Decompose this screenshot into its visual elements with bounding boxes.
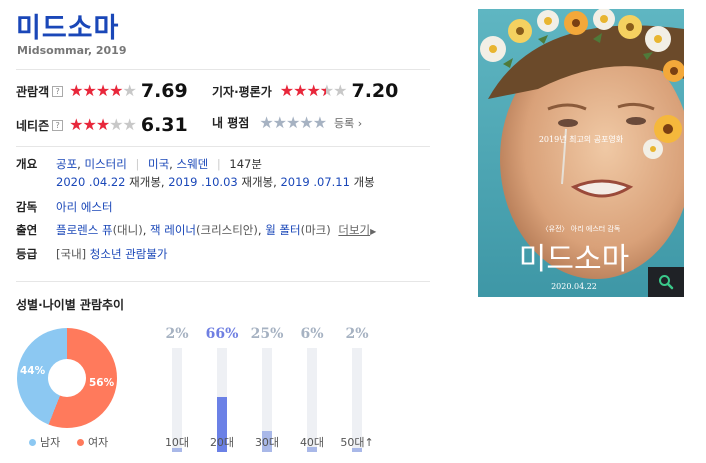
country-link[interactable]: 미국 [148, 157, 169, 171]
poster-tagline: 2019년 최고의 공포영화 [539, 134, 624, 144]
help-icon[interactable]: ? [52, 85, 64, 97]
cast-link[interactable]: 플로렌스 퓨 [56, 223, 113, 237]
critic-score: 7.20 [351, 80, 399, 102]
runtime: 147분 [229, 157, 262, 171]
director-key: 감독 [16, 200, 38, 214]
my-rating-label: 내 평점 [212, 116, 250, 130]
critic-rating-label: 기자·평론가 [212, 84, 272, 99]
age-label: 50대↑ [340, 436, 374, 449]
age-label: 20대 [209, 436, 235, 449]
age-pct-label: 2% [345, 326, 369, 342]
audience-stars: ★ ★ ★ ★ ★ [69, 81, 137, 100]
female-legend-label: 여자 [88, 436, 109, 449]
netizen-rating: 네티즌 ? ★ ★ ★ ★ ★ 6.31 [16, 114, 188, 136]
grade-key: 등급 [16, 247, 38, 261]
release-note: 재개봉 [129, 175, 161, 189]
director-row: 감독 아리 에스터 [16, 199, 113, 216]
chevron-right-icon: ▶ [370, 227, 377, 236]
divider [16, 146, 430, 147]
overview-key: 개요 [16, 157, 38, 171]
male-legend-label: 남자 [40, 436, 61, 449]
audience-score: 7.69 [140, 80, 188, 102]
netizen-score: 6.31 [140, 114, 188, 136]
release-date-link[interactable]: 2020 .04.22 [56, 175, 126, 189]
movie-subtitle: Midsommar, 2019 [17, 44, 127, 57]
my-rating: 내 평점 ★ ★ ★ ★ ★ 등록 › [212, 114, 362, 131]
age-pct-label: 25% [250, 326, 284, 342]
grade-prefix: [국내] [56, 247, 87, 261]
divider [16, 281, 430, 282]
netizen-stars: ★ ★ ★ ★ ★ [69, 115, 137, 134]
my-rating-stars[interactable]: ★ ★ ★ ★ ★ [259, 114, 327, 131]
demographics-title: 성별·나이별 관람추이 [16, 298, 125, 312]
genre-link[interactable]: 공포 [56, 157, 77, 171]
register-rating-link[interactable]: 등록 › [334, 115, 362, 131]
overview-row: 개요 공포, 미스터리 | 미국, 스웨덴 | 147분 [16, 157, 262, 171]
genre-link[interactable]: 미스터리 [84, 157, 126, 171]
audience-rating-label: 관람객 [16, 84, 50, 99]
legend-male: 남자 [29, 434, 60, 450]
poster-credit: 〈유전〉 아리 에스터 감독 [542, 224, 621, 233]
gender-pie-chart: 44% 56% [17, 328, 117, 428]
release-row: 2020 .04.22 재개봉, 2019 .10.03 재개봉, 2019 .… [56, 175, 375, 189]
release-date-link[interactable]: 2019 .07.11 [280, 175, 350, 189]
age-pct-label: 66% [205, 326, 239, 342]
netizen-rating-label: 네티즌 [16, 118, 50, 133]
zoom-button[interactable] [648, 267, 684, 297]
poster-date: 2020.04.22 [551, 282, 597, 291]
age-label: 40대 [299, 436, 325, 449]
female-pct-label: 56% [89, 377, 115, 389]
audience-rating: 관람객 ? ★ ★ ★ ★ ★ 7.69 [16, 80, 188, 102]
release-note: 재개봉 [241, 175, 274, 189]
cast-role: (마크) [300, 223, 331, 237]
movie-poster[interactable]: 2019년 최고의 공포영화 〈유전〉 아리 에스터 감독 미드소마 2020.… [478, 9, 684, 297]
magnifier-icon [659, 275, 674, 290]
age-pct-label: 2% [165, 326, 189, 342]
director-link[interactable]: 아리 에스터 [56, 200, 113, 214]
more-cast-link[interactable]: 더보기 [338, 223, 370, 237]
critic-rating: 기자·평론가 ★★★★★ 7.20 [212, 80, 398, 102]
country-link[interactable]: 스웨덴 [176, 157, 208, 171]
grade-link[interactable]: 청소년 관람불가 [90, 247, 168, 261]
cast-row: 출연 플로렌스 퓨(대니), 잭 레이너(크리스티안), 윌 폴터(마크) 더보… [16, 222, 376, 240]
legend-female: 여자 [77, 434, 108, 450]
poster-title: 미드소마 [519, 242, 629, 277]
female-dot-icon [77, 438, 84, 446]
poster-image: 2019년 최고의 공포영화 〈유전〉 아리 에스터 감독 미드소마 2020.… [478, 9, 684, 297]
divider [16, 69, 430, 70]
age-label: 10대 [164, 436, 190, 449]
age-label: 30대 [254, 436, 280, 449]
movie-title[interactable]: 미드소마 [16, 6, 119, 45]
age-pct-label: 6% [300, 326, 324, 342]
release-note: 개봉 [353, 175, 375, 189]
cast-key: 출연 [16, 223, 38, 237]
cast-link[interactable]: 윌 폴터 [265, 223, 300, 237]
pie-hole [48, 359, 86, 397]
cast-role: (크리스티안) [196, 223, 258, 237]
male-dot-icon [29, 438, 36, 446]
help-icon[interactable]: ? [52, 119, 64, 131]
grade-row: 등급 [국내] 청소년 관람불가 [16, 246, 168, 263]
male-pct-label: 44% [20, 365, 46, 377]
cast-role: (대니) [112, 223, 143, 237]
critic-stars: ★ ★ ★ ★ ★ [280, 83, 348, 100]
release-date-link[interactable]: 2019 .10.03 [168, 175, 238, 189]
cast-link[interactable]: 잭 레이너 [150, 223, 196, 237]
